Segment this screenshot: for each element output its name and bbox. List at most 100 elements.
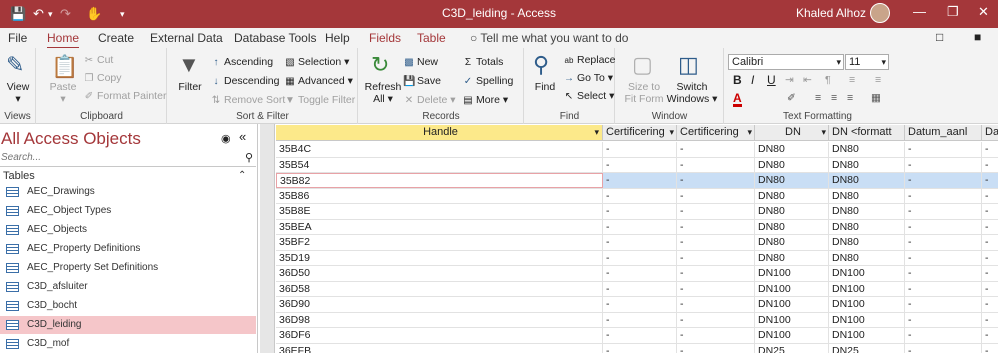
table-row[interactable]: 35B54- - DN80 DN80- - bbox=[276, 157, 998, 173]
table-cell[interactable]: DN100 bbox=[755, 328, 829, 343]
column-header-certificering-1[interactable]: Certificering ▾ bbox=[603, 125, 677, 141]
table-cell[interactable]: - bbox=[677, 235, 755, 250]
table-cell[interactable]: - bbox=[982, 158, 998, 173]
align-left-icon[interactable]: ≡ bbox=[815, 92, 821, 104]
totals-button[interactable]: Σ Totals bbox=[462, 56, 504, 68]
bullets-icon[interactable]: ≡ bbox=[849, 74, 855, 86]
highlight-icon[interactable]: ✐ bbox=[787, 92, 796, 104]
table-cell[interactable]: DN100 bbox=[755, 297, 829, 312]
table-row[interactable]: 36D90- - DN100 DN100- - bbox=[276, 297, 998, 313]
column-dropdown-icon[interactable]: ▾ bbox=[747, 125, 752, 140]
table-cell[interactable]: - bbox=[905, 250, 982, 266]
table-row[interactable]: 36EFB - - DN25 DN25- - bbox=[276, 343, 998, 353]
table-cell[interactable]: DN100 bbox=[829, 312, 905, 328]
tab-external-data[interactable]: External Data bbox=[150, 31, 223, 45]
bold-button[interactable]: B bbox=[733, 73, 742, 87]
table-cell[interactable]: 35B86 bbox=[276, 188, 603, 204]
tell-me-search[interactable]: ○ Tell me what you want to do bbox=[470, 31, 628, 45]
table-cell[interactable]: - bbox=[982, 204, 998, 219]
gridlines-icon[interactable]: ▦ bbox=[871, 92, 881, 104]
indent-icon[interactable]: ⇥ bbox=[785, 74, 794, 86]
table-cell[interactable]: 36DF6 bbox=[276, 328, 603, 343]
column-dropdown-icon[interactable]: ▾ bbox=[669, 125, 674, 140]
table-cell[interactable]: DN80 bbox=[829, 219, 905, 235]
column-header-da[interactable]: Da bbox=[982, 125, 998, 141]
table-cell[interactable]: - bbox=[982, 251, 998, 266]
nav-item-c3d-bocht[interactable]: C3D_bocht bbox=[0, 297, 256, 315]
table-row[interactable]: 36D58- - DN100 DN100- - bbox=[276, 281, 998, 297]
collapse-section-icon[interactable]: ⌃ bbox=[238, 170, 246, 181]
table-cell[interactable]: - bbox=[677, 157, 755, 173]
collapse-pane-icon[interactable]: « bbox=[239, 129, 246, 144]
column-dropdown-icon[interactable]: ▾ bbox=[821, 125, 826, 140]
table-cell[interactable]: - bbox=[677, 281, 755, 297]
tab-database-tools[interactable]: Database Tools bbox=[234, 31, 317, 45]
table-cell[interactable]: DN80 bbox=[755, 204, 829, 219]
nav-pane-title[interactable]: All Access Objects bbox=[1, 129, 141, 149]
align-right-icon[interactable]: ≡ bbox=[847, 92, 853, 104]
table-cell[interactable]: - bbox=[677, 312, 755, 328]
tables-section-header[interactable]: Tables ⌃ bbox=[3, 170, 246, 182]
table-cell[interactable]: - bbox=[677, 204, 755, 219]
table-cell[interactable]: DN100 bbox=[829, 297, 905, 312]
font-color-icon[interactable]: A bbox=[733, 92, 742, 107]
table-row[interactable]: 35B8E - - DN80 DN80- - bbox=[276, 204, 998, 220]
table-cell[interactable]: DN80 bbox=[755, 235, 829, 250]
close-icon[interactable]: ✕ bbox=[978, 4, 989, 20]
table-cell[interactable]: - bbox=[905, 297, 982, 312]
table-cell[interactable]: 35B54 bbox=[276, 157, 603, 173]
outdent-icon[interactable]: ⇤ bbox=[803, 74, 812, 86]
share-icon[interactable]: □ bbox=[936, 30, 943, 44]
table-cell[interactable]: - bbox=[677, 250, 755, 266]
table-cell[interactable]: DN80 bbox=[829, 157, 905, 173]
table-cell[interactable]: 35BEA bbox=[276, 219, 603, 235]
table-cell[interactable]: DN80 bbox=[755, 142, 829, 157]
underline-button[interactable]: U bbox=[767, 73, 776, 87]
table-cell[interactable]: DN80 bbox=[829, 250, 905, 266]
table-row[interactable]: 36D50- - DN100 DN100- - bbox=[276, 266, 998, 282]
table-cell[interactable]: - bbox=[905, 235, 982, 250]
table-cell[interactable]: 35BF2 bbox=[276, 235, 603, 250]
table-cell[interactable]: - bbox=[982, 297, 998, 312]
replace-button[interactable]: ab Replace bbox=[563, 54, 616, 66]
paste-button[interactable]: Paste ▾ bbox=[45, 81, 81, 105]
table-cell[interactable]: - bbox=[905, 281, 982, 297]
table-cell[interactable]: 36D58 bbox=[276, 281, 603, 297]
italic-button[interactable]: I bbox=[751, 73, 754, 87]
table-cell[interactable]: - bbox=[677, 188, 755, 204]
size-to-fit-button[interactable]: Size to Fit Form bbox=[622, 81, 666, 105]
user-name[interactable]: Khaled Alhoz bbox=[796, 6, 866, 20]
table-cell[interactable]: - bbox=[603, 142, 677, 157]
tab-file[interactable]: File bbox=[8, 31, 27, 45]
table-cell[interactable]: 36D98 bbox=[276, 312, 603, 328]
table-cell[interactable]: - bbox=[677, 219, 755, 235]
table-cell[interactable]: DN80 bbox=[755, 173, 829, 188]
goto-button[interactable]: → Go To ▾ bbox=[563, 72, 613, 84]
refresh-all-button[interactable]: Refresh All ▾ bbox=[363, 81, 403, 105]
restore-icon[interactable]: ❐ bbox=[947, 4, 959, 20]
table-cell[interactable]: 36EFB bbox=[276, 343, 603, 353]
table-cell[interactable]: - bbox=[677, 328, 755, 343]
table-cell[interactable]: - bbox=[603, 250, 677, 266]
table-cell[interactable]: - bbox=[982, 235, 998, 250]
find-button[interactable]: Find bbox=[529, 81, 561, 93]
column-dropdown-icon[interactable]: ▾ bbox=[594, 125, 599, 140]
avatar[interactable] bbox=[870, 3, 890, 23]
table-cell[interactable]: - bbox=[982, 220, 998, 235]
nav-item-aec-property-definitions[interactable]: AEC_Property Definitions bbox=[0, 240, 256, 258]
table-cell[interactable]: - bbox=[603, 188, 677, 204]
nav-item-c3d-mof[interactable]: C3D_mof bbox=[0, 335, 256, 353]
new-record-button[interactable]: ▩ New bbox=[403, 56, 438, 68]
table-cell[interactable]: 36D50 bbox=[276, 266, 603, 281]
tab-table[interactable]: Table bbox=[417, 31, 446, 45]
table-cell[interactable]: - bbox=[982, 142, 998, 157]
table-cell[interactable]: - bbox=[905, 142, 982, 157]
table-cell[interactable]: DN100 bbox=[829, 328, 905, 343]
tab-help[interactable]: Help bbox=[325, 31, 350, 45]
column-header-handle[interactable]: Handle ▾ bbox=[276, 125, 603, 141]
table-cell[interactable]: - bbox=[603, 281, 677, 297]
table-cell[interactable]: DN80 bbox=[755, 219, 829, 235]
table-cell[interactable]: DN25 bbox=[829, 343, 905, 353]
table-cell[interactable]: 35B4C bbox=[276, 142, 603, 157]
font-size-select[interactable]: 11 ▾ bbox=[845, 54, 889, 70]
